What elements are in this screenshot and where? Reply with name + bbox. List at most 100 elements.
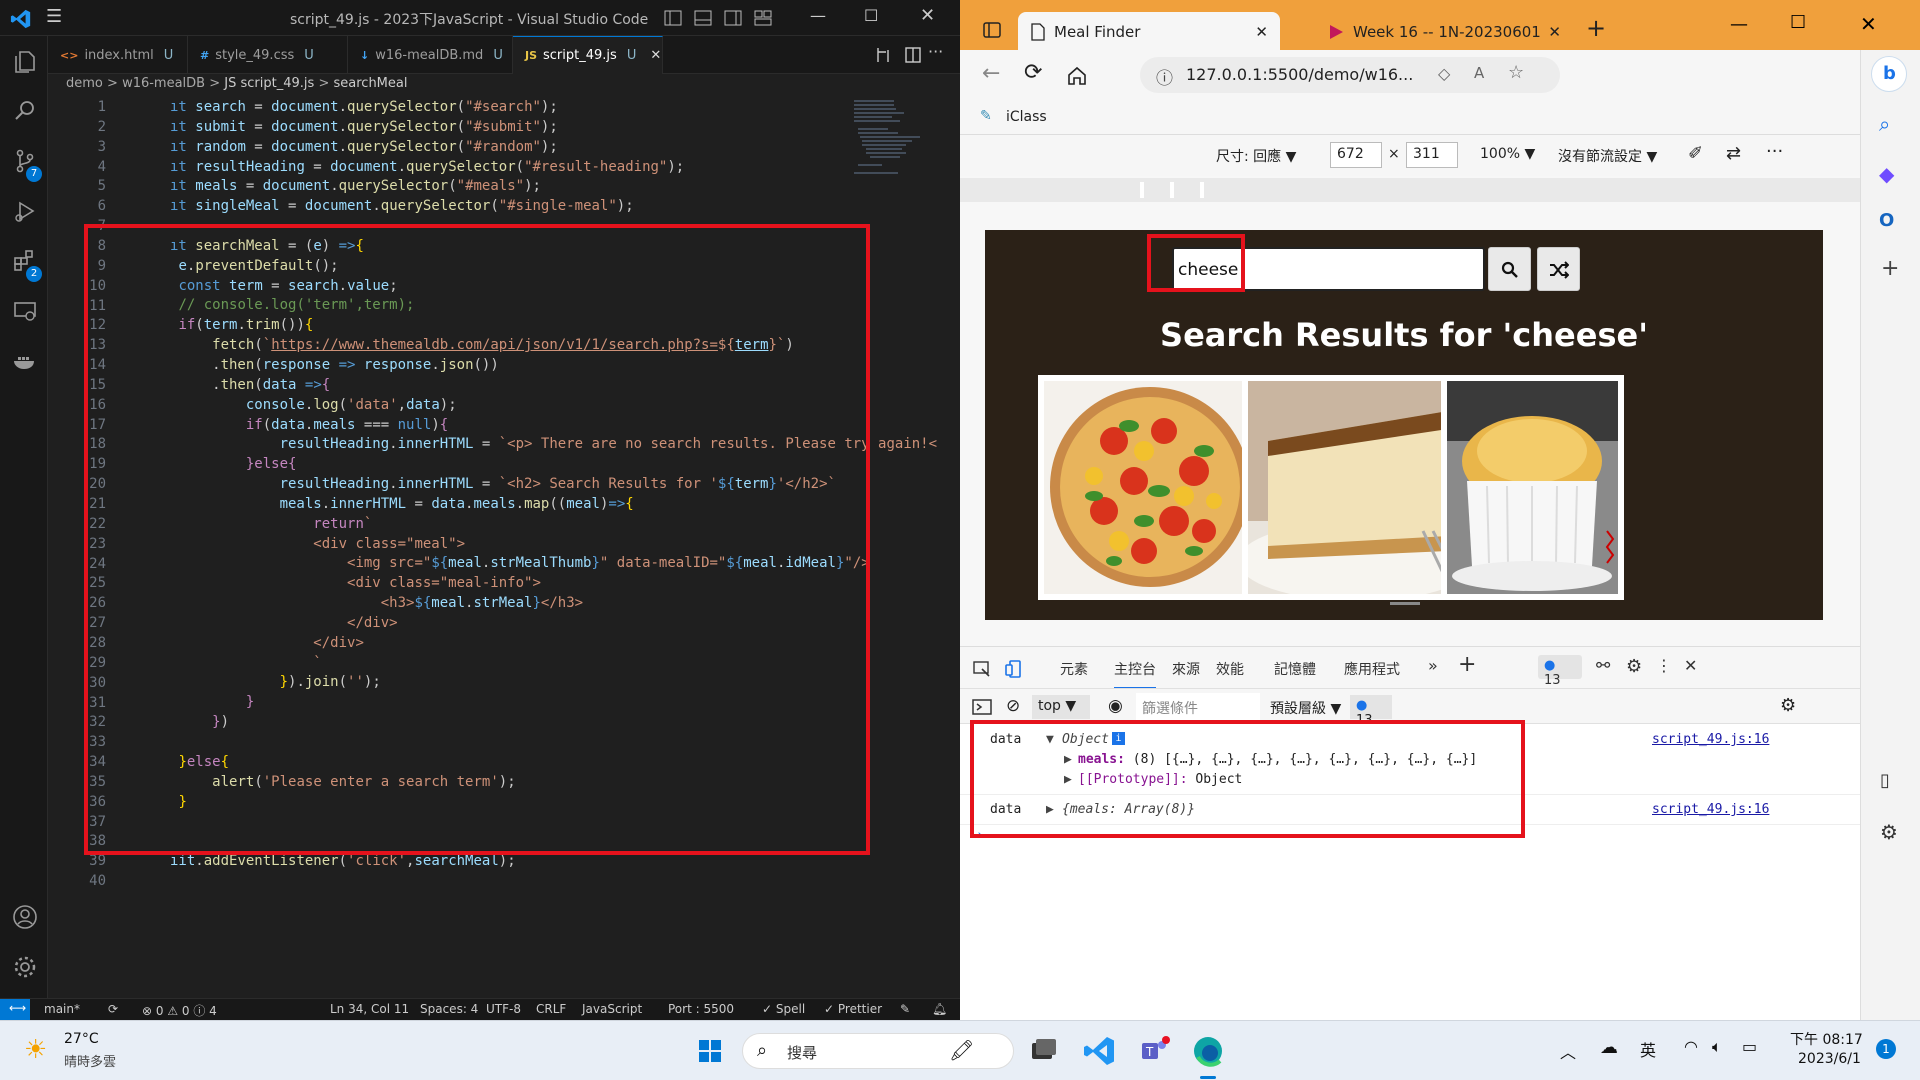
minimize-icon[interactable]: — [810, 6, 826, 25]
weather-desc[interactable]: 晴時多雲 [64, 1051, 116, 1070]
breadcrumb-item[interactable]: demo [66, 76, 103, 91]
devtools-tab-sources[interactable]: 來源 [1172, 659, 1200, 679]
minimize-icon[interactable]: — [1730, 14, 1748, 35]
url-text[interactable]: 127.0.0.1:5500/demo/w16... [1186, 65, 1413, 84]
color-picker-icon[interactable]: ✐ [1688, 143, 1703, 164]
language-mode[interactable]: JavaScript [582, 1002, 642, 1016]
toggle-panel-icon[interactable] [694, 9, 712, 27]
taskbar-search[interactable]: ⌕ 搜尋 🖍︎ [742, 1033, 1014, 1069]
problems-status[interactable]: ⊗ 0 ⚠ 0 ⓘ 4 [142, 1002, 217, 1019]
devtools-tab-application[interactable]: 應用程式 [1344, 659, 1400, 679]
browser-tab-meal-finder[interactable]: Meal Finder ✕ [1018, 12, 1280, 52]
remote-explorer-icon[interactable] [12, 298, 38, 324]
task-view-icon[interactable] [1022, 1031, 1062, 1071]
inspect-element-icon[interactable] [972, 659, 992, 679]
breadcrumb-item[interactable]: searchMeal [334, 76, 408, 91]
device-more-icon[interactable]: ··· [1766, 141, 1783, 162]
bing-chat-icon[interactable]: b [1871, 56, 1907, 92]
breadcrumb-item[interactable]: w16-mealDB [122, 76, 205, 91]
console-filter-input[interactable]: 篩選條件 [1136, 693, 1260, 721]
read-aloud-icon[interactable]: A [1474, 64, 1484, 82]
run-debug-icon[interactable] [12, 198, 38, 224]
devtools-tab-elements[interactable]: 元素 [1060, 659, 1088, 679]
cursor-position[interactable]: Ln 34, Col 11 [330, 1002, 409, 1016]
close-tab-icon[interactable]: ✕ [650, 48, 661, 63]
console-settings-icon[interactable]: ⚙ [1780, 695, 1796, 716]
clock-time[interactable]: 下午 08:17 [1790, 1029, 1863, 1049]
issues-counter[interactable]: ● 13 [1538, 655, 1582, 688]
devtools-tab-console[interactable]: 主控台 [1114, 659, 1156, 689]
explorer-icon[interactable] [12, 48, 38, 74]
home-icon[interactable] [1066, 65, 1088, 87]
close-icon[interactable]: ✕ [920, 5, 935, 26]
meal-card[interactable] [1242, 375, 1467, 600]
outlook-icon[interactable]: O [1879, 210, 1894, 231]
device-emulation-icon[interactable] [1004, 659, 1024, 679]
spell-check[interactable]: ✓ Spell [762, 1002, 805, 1016]
tag-icon[interactable]: ◇ [1438, 64, 1450, 83]
device-size-select[interactable]: 尺寸: 回應 ▼ [1216, 146, 1296, 166]
search-submit-button[interactable] [1488, 247, 1531, 291]
search-icon[interactable] [12, 98, 38, 124]
console-sidebar-icon[interactable] [972, 698, 992, 716]
favorite-iclass[interactable]: iClass [1006, 109, 1047, 125]
weather-temp[interactable]: 27°C [64, 1031, 99, 1047]
zoom-select[interactable]: 100% ▼ [1480, 146, 1535, 162]
add-tool-icon[interactable]: + [1458, 652, 1476, 677]
settings-gear-icon[interactable] [12, 954, 38, 980]
media-query-ruler[interactable] [960, 178, 1860, 202]
indentation[interactable]: Spaces: 4 [420, 1002, 478, 1016]
weather-icon[interactable]: ☀ [24, 1035, 47, 1065]
address-bar[interactable]: ⓘ 127.0.0.1:5500/demo/w16... ◇ A ☆ [1140, 57, 1560, 93]
eol[interactable]: CRLF [536, 1002, 566, 1016]
back-icon[interactable]: ← [982, 61, 1000, 86]
close-tab-icon[interactable]: ✕ [1255, 23, 1268, 41]
throttle-select[interactable]: 沒有節流設定 ▼ [1558, 146, 1657, 166]
live-server-port[interactable]: Port : 5500 [668, 1002, 734, 1016]
clock-date[interactable]: 2023/6/1 [1798, 1051, 1861, 1067]
menu-icon[interactable]: ☰ [46, 6, 62, 27]
add-sidebar-icon[interactable]: + [1881, 256, 1899, 281]
wifi-icon[interactable]: ◠ [1684, 1037, 1698, 1056]
tab-actions-icon[interactable] [982, 20, 1002, 40]
log-levels-select[interactable]: 預設層級 ▼ [1270, 698, 1341, 718]
show-hidden-icons[interactable]: ︿ [1560, 1039, 1576, 1063]
more-actions-icon[interactable]: ··· [928, 42, 943, 61]
breadcrumb-item[interactable]: JS script_49.js [224, 76, 314, 91]
notifications-bell-icon[interactable]: 🔔︎ [932, 1002, 947, 1016]
connections-icon[interactable]: ⚯ [1596, 656, 1610, 676]
tab-style-css[interactable]: # style_49.css U [188, 36, 348, 74]
toggle-secondary-sidebar-icon[interactable] [724, 9, 742, 27]
new-tab-icon[interactable]: + [1586, 14, 1606, 42]
onedrive-icon[interactable]: ☁ [1600, 1037, 1618, 1058]
maximize-icon[interactable]: ☐ [1790, 12, 1806, 33]
browser-tab-week16[interactable]: Week 16 -- 1N-20230601_18272 ✕ [1315, 12, 1573, 52]
minimap[interactable] [850, 98, 960, 188]
close-window-icon[interactable]: ✕ [1860, 12, 1877, 36]
volume-icon[interactable]: 🔈︎ [1712, 1037, 1722, 1057]
close-devtools-icon[interactable]: ✕ [1684, 656, 1697, 675]
meal-card[interactable] [1441, 375, 1624, 600]
log-source-link[interactable]: script_49.js:16 [1652, 732, 1769, 747]
refresh-icon[interactable]: ⟳ [1024, 60, 1042, 85]
devtools-tab-memory[interactable]: 記憶體 [1274, 659, 1316, 679]
maximize-icon[interactable]: ☐ [864, 6, 878, 25]
device-width-input[interactable]: 672 [1330, 142, 1382, 168]
live-expression-icon[interactable]: ◉ [1108, 696, 1123, 716]
customize-layout-icon[interactable] [754, 9, 772, 27]
resize-handle[interactable] [1390, 602, 1420, 605]
device-height-input[interactable]: 311 [1406, 142, 1458, 168]
start-windows-icon[interactable] [690, 1031, 730, 1071]
encoding[interactable]: UTF-8 [486, 1002, 521, 1016]
battery-icon[interactable]: ▭ [1742, 1037, 1757, 1056]
toggle-sidebar-icon[interactable] [664, 9, 682, 27]
tools-icon[interactable]: ◆ [1879, 162, 1894, 186]
log-source-link[interactable]: script_49.js:16 [1652, 802, 1769, 817]
sync-icon[interactable]: ⟳ [108, 1002, 118, 1016]
docker-icon[interactable] [12, 348, 38, 374]
clear-console-icon[interactable]: ⊘ [1006, 696, 1020, 716]
feedback-icon[interactable]: ✎ [900, 1002, 910, 1016]
meal-card[interactable] [1038, 375, 1263, 600]
more-tabs-icon[interactable]: » [1428, 656, 1438, 675]
context-select[interactable]: top ▼ [1032, 695, 1090, 719]
